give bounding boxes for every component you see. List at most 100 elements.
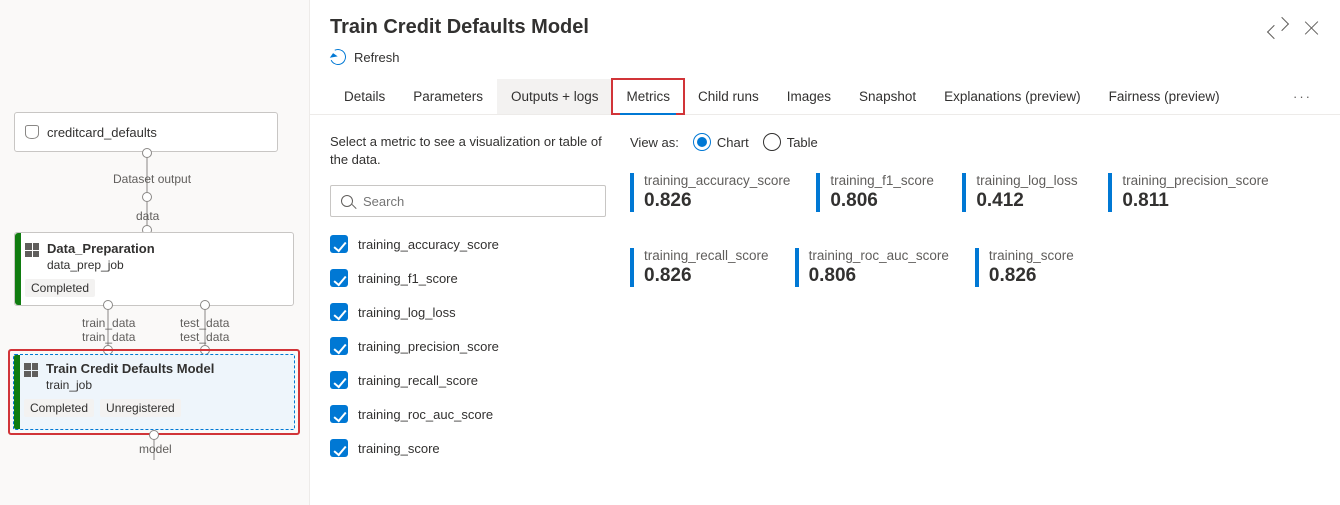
metric-checkbox-row[interactable]: training_precision_score bbox=[330, 337, 606, 355]
port[interactable] bbox=[142, 148, 152, 158]
metric-checkbox-row[interactable]: training_score bbox=[330, 439, 606, 457]
node-train-model[interactable]: Train Credit Defaults Model train_job Co… bbox=[13, 354, 295, 430]
metric-card-name: training_score bbox=[989, 248, 1095, 263]
metric-checkbox-row[interactable]: training_accuracy_score bbox=[330, 235, 606, 253]
radio-icon bbox=[763, 133, 781, 151]
tab-images[interactable]: Images bbox=[773, 79, 845, 114]
view-as-toggle: View as: Chart Table bbox=[630, 133, 1320, 151]
step-subtitle: train_job bbox=[46, 378, 214, 394]
search-field[interactable] bbox=[361, 193, 595, 210]
tab-fairness[interactable]: Fairness (preview) bbox=[1095, 79, 1234, 114]
search-icon bbox=[341, 195, 353, 207]
metric-card-value: 0.826 bbox=[644, 190, 790, 212]
metric-card[interactable]: training_log_loss 0.412 bbox=[962, 173, 1082, 212]
view-as-label: View as: bbox=[630, 135, 679, 150]
node-dataset[interactable]: creditcard_defaults bbox=[14, 112, 278, 152]
dataset-icon bbox=[25, 125, 39, 139]
tab-outputs-logs[interactable]: Outputs + logs bbox=[497, 79, 612, 114]
checkbox-icon bbox=[330, 337, 348, 355]
component-icon bbox=[25, 243, 39, 257]
tab-explanations[interactable]: Explanations (preview) bbox=[930, 79, 1095, 114]
search-input[interactable] bbox=[330, 185, 606, 217]
port-label: train_data bbox=[82, 316, 135, 330]
metric-card-value: 0.811 bbox=[1122, 190, 1268, 212]
metric-card-name: training_precision_score bbox=[1122, 173, 1268, 188]
metric-checkbox-label: training_accuracy_score bbox=[358, 237, 499, 252]
dataset-name: creditcard_defaults bbox=[47, 125, 157, 140]
metrics-instruction: Select a metric to see a visualization o… bbox=[330, 133, 606, 169]
port-label: model bbox=[139, 442, 172, 456]
details-panel: Train Credit Defaults Model Refresh Deta… bbox=[310, 0, 1340, 505]
metric-card[interactable]: training_roc_auc_score 0.806 bbox=[795, 248, 949, 287]
metric-checkbox-label: training_precision_score bbox=[358, 339, 499, 354]
metric-card-name: training_accuracy_score bbox=[644, 173, 790, 188]
page-title: Train Credit Defaults Model bbox=[330, 16, 589, 39]
radio-label: Table bbox=[787, 135, 818, 150]
metric-checkbox-label: training_f1_score bbox=[358, 271, 458, 286]
metric-checkbox-label: training_recall_score bbox=[358, 373, 478, 388]
tab-snapshot[interactable]: Snapshot bbox=[845, 79, 930, 114]
refresh-button[interactable]: Refresh bbox=[310, 45, 420, 79]
port-label: test_data bbox=[180, 316, 229, 330]
port[interactable] bbox=[149, 430, 159, 440]
metric-checkbox-label: training_roc_auc_score bbox=[358, 407, 493, 422]
radio-label: Chart bbox=[717, 135, 749, 150]
metric-checkbox-row[interactable]: training_roc_auc_score bbox=[330, 405, 606, 423]
tab-details[interactable]: Details bbox=[330, 79, 399, 114]
view-as-chart[interactable]: Chart bbox=[693, 133, 749, 151]
refresh-label: Refresh bbox=[354, 50, 400, 65]
tab-metrics[interactable]: Metrics bbox=[612, 79, 684, 114]
port-label: data bbox=[136, 209, 159, 223]
port-label: train_data bbox=[82, 330, 135, 344]
tab-child-runs[interactable]: Child runs bbox=[684, 79, 773, 114]
metric-checkbox-label: training_log_loss bbox=[358, 305, 456, 320]
metric-card-value: 0.806 bbox=[809, 265, 949, 287]
step-title: Train Credit Defaults Model bbox=[46, 361, 214, 378]
status-badge: Completed bbox=[25, 279, 95, 297]
registration-badge: Unregistered bbox=[100, 399, 181, 417]
port[interactable] bbox=[200, 300, 210, 310]
pipeline-canvas[interactable]: creditcard_defaults Dataset output data … bbox=[0, 0, 310, 505]
metric-card-name: training_roc_auc_score bbox=[809, 248, 949, 263]
step-title: Data_Preparation bbox=[47, 241, 155, 258]
port[interactable] bbox=[103, 300, 113, 310]
close-icon[interactable] bbox=[1304, 20, 1320, 36]
step-subtitle: data_prep_job bbox=[47, 258, 155, 274]
selection-highlight: Train Credit Defaults Model train_job Co… bbox=[8, 349, 300, 435]
view-as-table[interactable]: Table bbox=[763, 133, 818, 151]
checkbox-icon bbox=[330, 235, 348, 253]
metric-checkbox-label: training_score bbox=[358, 441, 440, 456]
refresh-icon bbox=[328, 47, 349, 68]
metric-card[interactable]: training_recall_score 0.826 bbox=[630, 248, 769, 287]
metric-card-name: training_log_loss bbox=[976, 173, 1082, 188]
metric-card-name: training_recall_score bbox=[644, 248, 769, 263]
port[interactable] bbox=[142, 192, 152, 202]
metric-card-value: 0.826 bbox=[644, 265, 769, 287]
port-label: test_data bbox=[180, 330, 229, 344]
metric-checkbox-row[interactable]: training_recall_score bbox=[330, 371, 606, 389]
checkbox-icon bbox=[330, 405, 348, 423]
component-icon bbox=[24, 363, 38, 377]
expand-icon[interactable] bbox=[1270, 20, 1286, 36]
metric-card-value: 0.412 bbox=[976, 190, 1082, 212]
metric-checkbox-row[interactable]: training_log_loss bbox=[330, 303, 606, 321]
checkbox-icon bbox=[330, 371, 348, 389]
metric-card-value: 0.826 bbox=[989, 265, 1095, 287]
checkbox-icon bbox=[330, 303, 348, 321]
metrics-selector: Select a metric to see a visualization o… bbox=[330, 133, 606, 457]
node-data-preparation[interactable]: Data_Preparation data_prep_job Completed bbox=[14, 232, 294, 306]
checkbox-icon bbox=[330, 269, 348, 287]
status-badge: Completed bbox=[24, 399, 94, 417]
tab-parameters[interactable]: Parameters bbox=[399, 79, 497, 114]
metric-card[interactable]: training_accuracy_score 0.826 bbox=[630, 173, 790, 212]
metric-card-name: training_f1_score bbox=[830, 173, 936, 188]
port-label: Dataset output bbox=[113, 172, 191, 186]
metric-card-value: 0.806 bbox=[830, 190, 936, 212]
metric-checkbox-row[interactable]: training_f1_score bbox=[330, 269, 606, 287]
metric-card[interactable]: training_f1_score 0.806 bbox=[816, 173, 936, 212]
radio-icon bbox=[693, 133, 711, 151]
checkbox-icon bbox=[330, 439, 348, 457]
metric-card[interactable]: training_precision_score 0.811 bbox=[1108, 173, 1268, 212]
tab-overflow-button[interactable]: ··· bbox=[1285, 79, 1320, 114]
metric-card[interactable]: training_score 0.826 bbox=[975, 248, 1095, 287]
